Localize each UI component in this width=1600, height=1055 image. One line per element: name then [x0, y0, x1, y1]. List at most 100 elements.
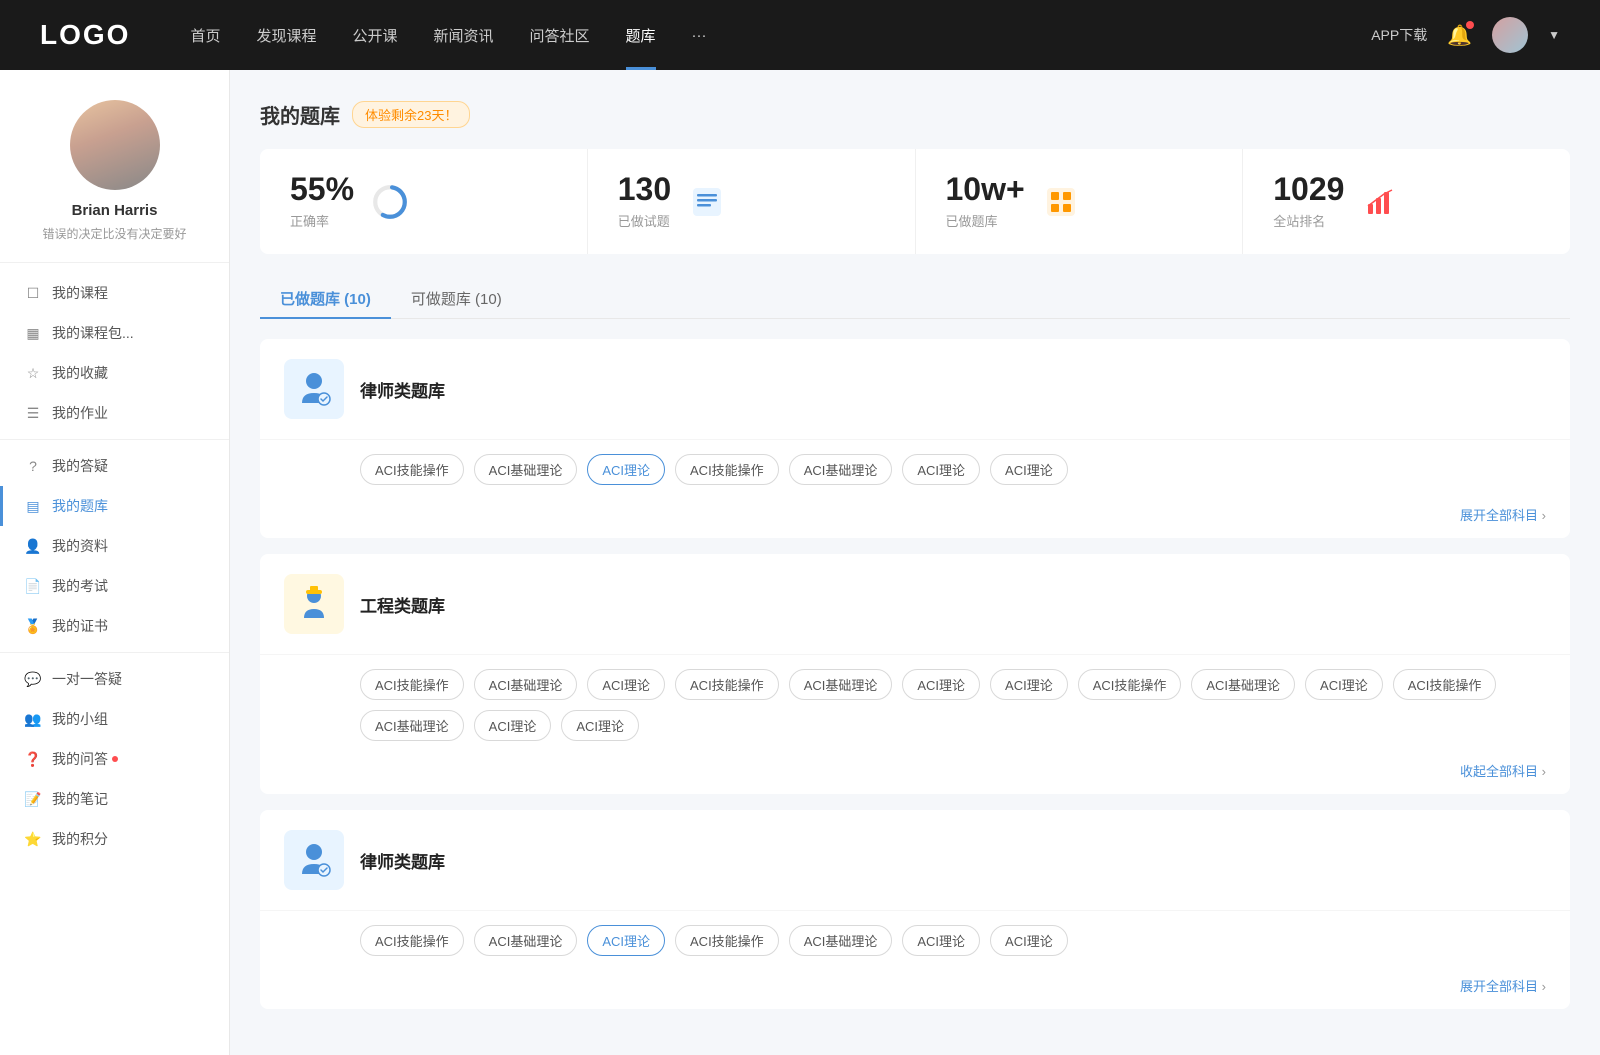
bank-tag-1-5[interactable]: ACI理论 [902, 669, 980, 700]
bank-expand-1[interactable]: 收起全部科目 › [260, 755, 1570, 794]
donut-svg [371, 183, 409, 221]
sidebar-label-my-group: 我的小组 [52, 709, 108, 729]
bank-tag-2-1[interactable]: ACI基础理论 [474, 925, 578, 956]
sidebar-divider-2 [0, 652, 229, 653]
sidebar-item-my-notes[interactable]: 📝 我的笔记 [0, 779, 229, 819]
sidebar-item-my-group[interactable]: 👥 我的小组 [0, 699, 229, 739]
notification-bell[interactable]: 🔔 [1447, 23, 1472, 48]
sidebar-label-my-notes: 我的笔记 [52, 789, 108, 809]
sidebar-menu: ☐ 我的课程 ▦ 我的课程包... ☆ 我的收藏 ☰ 我的作业 ? 我的答疑 ▤ [0, 273, 229, 859]
stat-value-ranking: 1029 [1273, 173, 1344, 205]
sidebar-label-favorites: 我的收藏 [52, 363, 108, 383]
bank-tag-2-6[interactable]: ACI理论 [990, 925, 1068, 956]
bank-tag-2-3[interactable]: ACI技能操作 [675, 925, 779, 956]
stats-row: 55% 正确率 130 已做试题 [260, 149, 1570, 254]
sidebar-item-favorites[interactable]: ☆ 我的收藏 [0, 353, 229, 393]
sidebar-item-one-on-one[interactable]: 💬 一对一答疑 [0, 659, 229, 699]
grid-stat-icon [1041, 182, 1081, 222]
bank-tag-1-12[interactable]: ACI理论 [474, 710, 552, 741]
sidebar-item-my-data[interactable]: 👤 我的资料 [0, 526, 229, 566]
sidebar-divider-1 [0, 439, 229, 440]
bank-name-1: 工程类题库 [360, 592, 445, 617]
bank-tag-1-6[interactable]: ACI理论 [990, 669, 1068, 700]
bank-name-0: 律师类题库 [360, 377, 445, 402]
bank-tag-1-0[interactable]: ACI技能操作 [360, 669, 464, 700]
bank-tag-0-3[interactable]: ACI技能操作 [675, 454, 779, 485]
donut-chart-icon [370, 182, 410, 222]
grid-svg [1043, 184, 1079, 220]
bank-tag-0-0[interactable]: ACI技能操作 [360, 454, 464, 485]
bank-tag-1-7[interactable]: ACI技能操作 [1078, 669, 1182, 700]
sidebar-item-my-points[interactable]: ⭐ 我的积分 [0, 819, 229, 859]
note-icon: 📝 [24, 790, 42, 808]
bank-tag-2-2[interactable]: ACI理论 [587, 925, 665, 956]
sidebar-label-my-exam: 我的考试 [52, 576, 108, 596]
nav-more[interactable]: ··· [692, 27, 707, 44]
sidebar-item-course-package[interactable]: ▦ 我的课程包... [0, 313, 229, 353]
sidebar-item-my-course[interactable]: ☐ 我的课程 [0, 273, 229, 313]
list-icon [687, 182, 727, 222]
bank-tag-2-5[interactable]: ACI理论 [902, 925, 980, 956]
bank-card-2: 律师类题库 ACI技能操作 ACI基础理论 ACI理论 ACI技能操作 ACI基… [260, 810, 1570, 1009]
bell-dot [1466, 21, 1474, 29]
nav-exam[interactable]: 题库 [626, 25, 656, 46]
bank-tag-1-11[interactable]: ACI基础理论 [360, 710, 464, 741]
nav-links: 首页 发现课程 公开课 新闻资讯 问答社区 题库 ··· [190, 25, 1371, 46]
question-icon: ? [24, 457, 42, 475]
app-download-link[interactable]: APP下载 [1371, 25, 1427, 45]
bank-tag-0-6[interactable]: ACI理论 [990, 454, 1068, 485]
bank-tag-0-4[interactable]: ACI基础理论 [789, 454, 893, 485]
bank-tag-1-10[interactable]: ACI技能操作 [1393, 669, 1497, 700]
bank-expand-0[interactable]: 展开全部科目 › [260, 499, 1570, 538]
nav-home[interactable]: 首页 [190, 25, 220, 46]
bank-tag-1-1[interactable]: ACI基础理论 [474, 669, 578, 700]
lawyer-svg-0 [292, 367, 336, 411]
bank-tag-2-4[interactable]: ACI基础理论 [789, 925, 893, 956]
user-avatar[interactable] [1492, 17, 1528, 53]
sidebar-item-homework[interactable]: ☰ 我的作业 [0, 393, 229, 433]
sidebar-item-my-qa[interactable]: ? 我的答疑 [0, 446, 229, 486]
sidebar-item-my-exam[interactable]: 📄 我的考试 [0, 566, 229, 606]
bank-tag-0-2[interactable]: ACI理论 [587, 454, 665, 485]
sidebar-label-my-qa: 我的答疑 [52, 456, 108, 476]
tab-done-banks[interactable]: 已做题库 (10) [260, 278, 391, 319]
nav-open-course[interactable]: 公开课 [352, 25, 397, 46]
bank-tag-1-9[interactable]: ACI理论 [1305, 669, 1383, 700]
bank-tag-2-0[interactable]: ACI技能操作 [360, 925, 464, 956]
sidebar-label-my-cert: 我的证书 [52, 616, 108, 636]
bank-tag-1-8[interactable]: ACI基础理论 [1191, 669, 1295, 700]
bank-tag-1-3[interactable]: ACI技能操作 [675, 669, 779, 700]
profile-avatar [70, 100, 160, 190]
engineer-icon-1 [284, 574, 344, 634]
bank-tag-0-1[interactable]: ACI基础理论 [474, 454, 578, 485]
stat-label-done-questions: 已做试题 [618, 211, 671, 230]
bank-tags-2: ACI技能操作 ACI基础理论 ACI理论 ACI技能操作 ACI基础理论 AC… [260, 911, 1570, 970]
avatar-dropdown-arrow[interactable]: ▼ [1548, 28, 1560, 42]
sidebar-item-my-bank[interactable]: ▤ 我的题库 [0, 486, 229, 526]
sidebar-item-my-questions[interactable]: ❓ 我的问答 [0, 739, 229, 779]
page-title: 我的题库 [260, 100, 340, 129]
engineer-svg-1 [292, 582, 336, 626]
trial-badge: 体验剩余23天！ [352, 101, 470, 128]
bank-tag-0-5[interactable]: ACI理论 [902, 454, 980, 485]
bank-card-0: 律师类题库 ACI技能操作 ACI基础理论 ACI理论 ACI技能操作 ACI基… [260, 339, 1570, 538]
list-svg [689, 184, 725, 220]
nav-qa[interactable]: 问答社区 [530, 25, 590, 46]
sidebar-item-my-cert[interactable]: 🏅 我的证书 [0, 606, 229, 646]
sidebar-label-my-bank: 我的题库 [52, 496, 108, 516]
bank-tag-1-4[interactable]: ACI基础理论 [789, 669, 893, 700]
bank-tag-1-13[interactable]: ACI理论 [561, 710, 639, 741]
nav-right: APP下载 🔔 ▼ [1371, 17, 1560, 53]
stat-correct-rate: 55% 正确率 [260, 149, 588, 254]
stat-value-done-questions: 130 [618, 173, 671, 205]
nav-discover[interactable]: 发现课程 [256, 25, 316, 46]
doc-icon: ☰ [24, 404, 42, 422]
group-icon: 👥 [24, 710, 42, 728]
bank-tag-1-2[interactable]: ACI理论 [587, 669, 665, 700]
tab-available-banks[interactable]: 可做题库 (10) [391, 278, 522, 319]
bar-stat-icon [1360, 182, 1400, 222]
lawyer-icon-2 [284, 830, 344, 890]
avatar-image [70, 100, 160, 190]
nav-news[interactable]: 新闻资讯 [434, 25, 494, 46]
sidebar-label-my-points: 我的积分 [52, 829, 108, 849]
